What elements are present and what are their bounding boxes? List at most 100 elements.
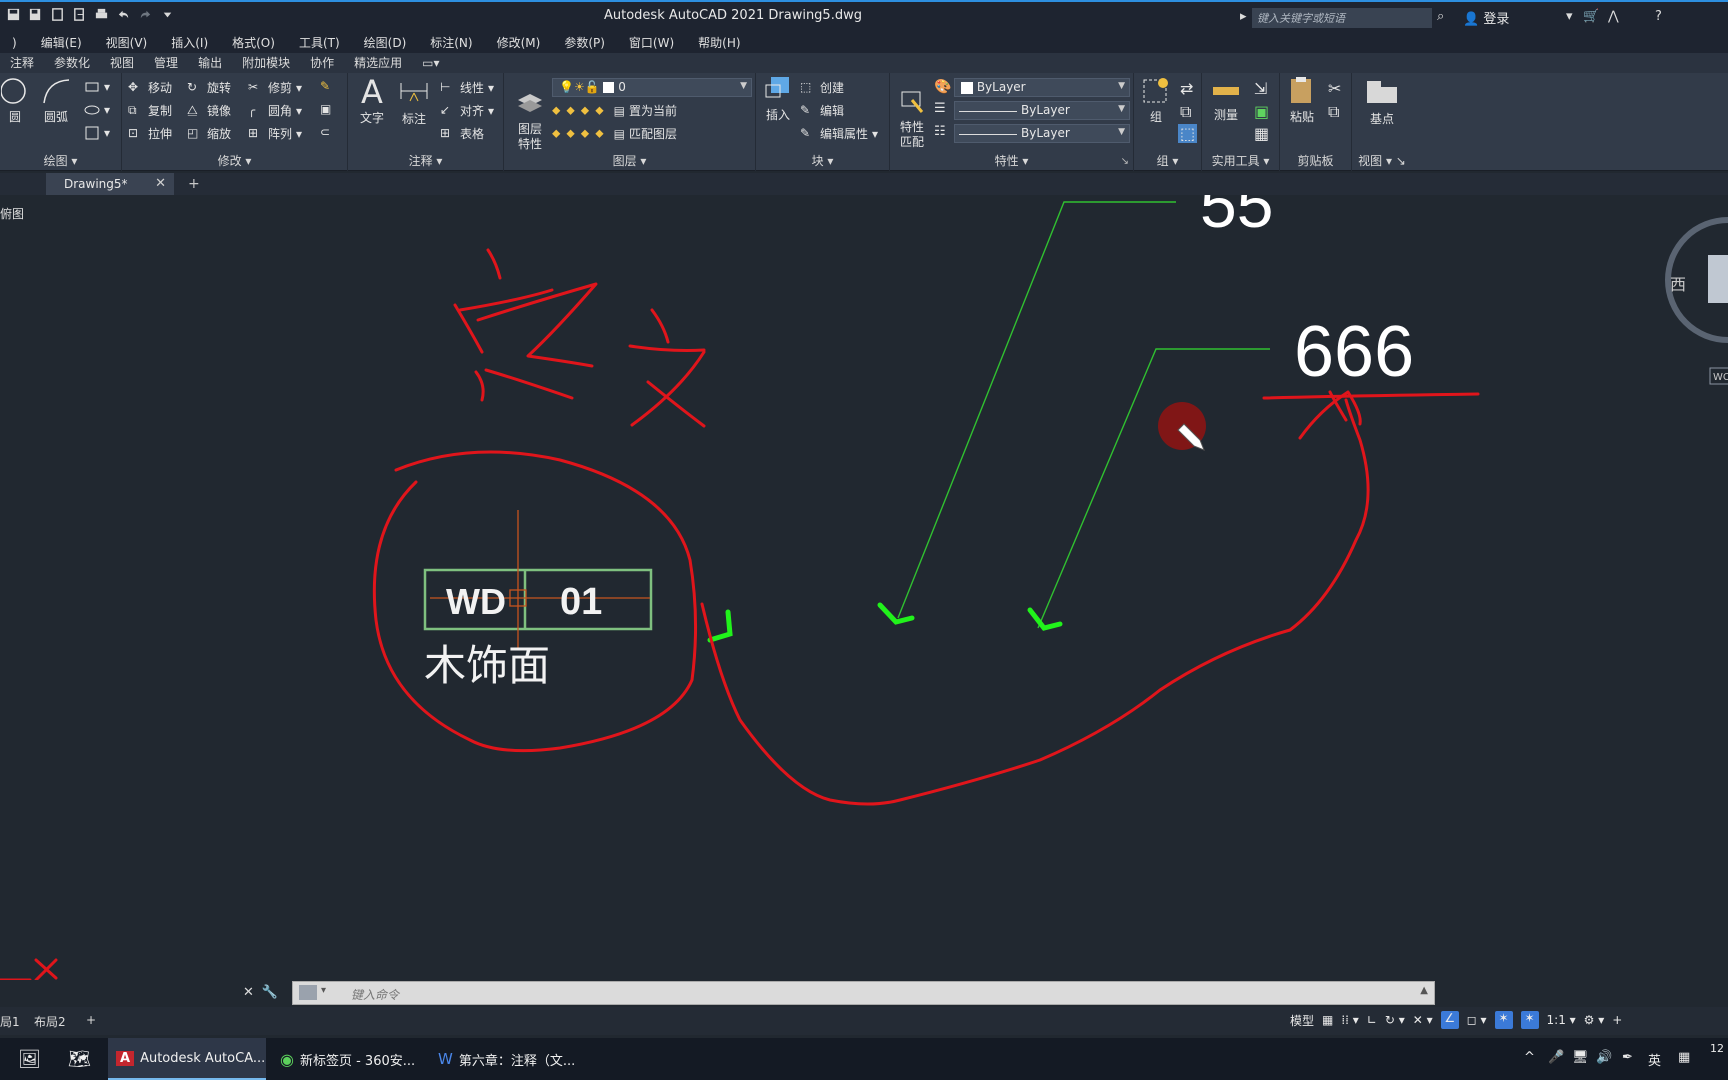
array-button[interactable]: ⊞ 阵列 ▾: [248, 125, 302, 142]
auto-scale-icon[interactable]: ✶: [1520, 1011, 1539, 1029]
taskbar-autocad[interactable]: A Autodesk AutoCA...: [108, 1038, 266, 1080]
panel-utilities-label[interactable]: 实用工具 ▾: [1202, 152, 1279, 169]
rotate-button[interactable]: ↻ 旋转: [187, 79, 231, 96]
print-icon[interactable]: [94, 7, 109, 22]
calculator-icon[interactable]: ▦: [1254, 124, 1269, 143]
panel-annotation-label[interactable]: 注释 ▾: [348, 152, 503, 169]
edit-attributes-button[interactable]: ✎ 编辑属性 ▾: [800, 125, 878, 142]
save-as-icon[interactable]: [28, 7, 43, 22]
gear-icon[interactable]: ⚙ ▾: [1584, 1013, 1605, 1027]
network-icon[interactable]: 🖥: [1572, 1050, 1589, 1065]
mirror-button[interactable]: ⧋ 镜像: [187, 102, 231, 119]
cut-icon[interactable]: ✂: [1328, 79, 1341, 98]
rectangle-button[interactable]: ▾: [84, 79, 110, 95]
model-space-toggle[interactable]: 模型: [1290, 1012, 1314, 1029]
panel-view-label[interactable]: 视图 ▾ ↘: [1352, 152, 1412, 169]
menu-item-modify[interactable]: 修改(M): [485, 33, 553, 53]
expand-arrow-icon[interactable]: ▸: [1240, 9, 1247, 24]
calendar-icon[interactable]: ▦: [1678, 1050, 1690, 1065]
layer-tools-row2[interactable]: ⬥⬥⬥⬥ ▤ 匹配图层: [552, 125, 677, 142]
menu-item[interactable]: ): [0, 33, 29, 53]
menu-item-format[interactable]: 格式(O): [220, 33, 287, 53]
snap-icon[interactable]: ⁞⁞ ▾: [1341, 1013, 1358, 1027]
layout-tab-2[interactable]: 布局2: [34, 1013, 66, 1030]
annotation-scale[interactable]: 1:1 ▾: [1547, 1013, 1576, 1027]
quick-select-icon[interactable]: ⇲: [1254, 79, 1267, 98]
file-tab-drawing5[interactable]: Drawing5* ✕: [46, 173, 174, 195]
dropdown-arrow-icon[interactable]: ▾: [1566, 9, 1573, 24]
color-select[interactable]: ByLayer ▼: [954, 78, 1130, 97]
close-icon[interactable]: ✕: [155, 176, 166, 191]
search-icon[interactable]: ⌕: [1437, 9, 1444, 24]
undo-icon[interactable]: [116, 7, 131, 22]
isodraft-icon[interactable]: ✕ ▾: [1413, 1013, 1433, 1027]
autodesk-apps-icon[interactable]: ⋀: [1608, 9, 1619, 24]
tab-view[interactable]: 视图: [100, 53, 144, 73]
cart-icon[interactable]: 🛒: [1583, 9, 1599, 24]
menu-item-tools[interactable]: 工具(T): [287, 33, 352, 53]
object-snap-icon[interactable]: ◻ ▾: [1467, 1013, 1487, 1027]
copy-clip-icon[interactable]: ⧉: [1328, 102, 1339, 122]
move-button[interactable]: ✥ 移动: [128, 79, 172, 96]
panel-properties-label[interactable]: 特性 ▾: [890, 152, 1133, 169]
clock[interactable]: 12: [1710, 1042, 1724, 1055]
table-button[interactable]: ⊞ 表格: [440, 125, 484, 142]
label-666[interactable]: 666: [1294, 312, 1414, 392]
leader-line-55[interactable]: [897, 201, 1176, 619]
menu-item-insert[interactable]: 插入(I): [159, 33, 220, 53]
tab-featured-apps[interactable]: 精选应用: [344, 53, 412, 73]
ungroup-icon[interactable]: ⇄: [1180, 79, 1193, 98]
tab-annotate[interactable]: 注释: [0, 53, 44, 73]
volume-icon[interactable]: 🔊: [1596, 1050, 1612, 1065]
taskbar-app-1[interactable]: 🖼: [10, 1038, 49, 1080]
edit-block-button[interactable]: ✎ 编辑: [800, 102, 844, 119]
explode-button[interactable]: ▣: [320, 102, 336, 118]
export-icon[interactable]: [72, 7, 87, 22]
plus-icon[interactable]: +: [1612, 1013, 1622, 1027]
chevron-down-icon[interactable]: ▾: [321, 985, 326, 996]
drawing-area[interactable]: 55 666 WD 01 木饰面 西 WC: [0, 195, 1728, 980]
login-button[interactable]: 👤 登录: [1463, 8, 1509, 27]
menu-item-window[interactable]: 窗口(W): [617, 33, 686, 53]
new-tab-button[interactable]: +: [188, 176, 200, 192]
label-55[interactable]: 55: [1200, 195, 1273, 241]
menu-item-dimension[interactable]: 标注(N): [418, 33, 484, 53]
lineweight-select[interactable]: ByLayer ▼: [954, 101, 1130, 120]
paste-button[interactable]: 粘贴: [1284, 75, 1320, 125]
layer-select[interactable]: 💡☀🔓 0 ▼: [552, 78, 752, 97]
add-layout-icon[interactable]: +: [86, 1013, 96, 1027]
command-history-icon[interactable]: [299, 985, 317, 1000]
ortho-icon[interactable]: ∟: [1367, 1013, 1377, 1027]
ime-indicator[interactable]: 英: [1648, 1050, 1661, 1069]
panel-clipboard-label[interactable]: 剪贴板: [1280, 152, 1351, 169]
view-cube-west[interactable]: 西: [1670, 275, 1686, 294]
insert-block-button[interactable]: 插入: [760, 75, 796, 123]
tab-output[interactable]: 输出: [188, 53, 232, 73]
tab-parametric[interactable]: 参数化: [44, 53, 100, 73]
chevron-up-icon[interactable]: ▲: [1420, 985, 1428, 996]
panel-block-label[interactable]: 块 ▾: [756, 152, 889, 169]
select-all-icon[interactable]: ▣: [1254, 102, 1269, 121]
tab-addins[interactable]: 附加模块: [232, 53, 300, 73]
text-button[interactable]: A 文字: [354, 75, 390, 126]
scale-button[interactable]: ◰ 缩放: [187, 125, 231, 142]
offset-button[interactable]: ⊂: [320, 125, 336, 141]
panel-groups-label[interactable]: 组 ▾: [1134, 152, 1201, 169]
view-cube-face[interactable]: [1708, 255, 1728, 303]
panel-modify-label[interactable]: 修改 ▾: [122, 152, 347, 169]
menu-item-draw[interactable]: 绘图(D): [352, 33, 419, 53]
tab-collaborate[interactable]: 协作: [300, 53, 344, 73]
erase-button[interactable]: ✎: [320, 79, 336, 95]
annotation-visibility-icon[interactable]: ✶: [1494, 1011, 1513, 1029]
create-block-button[interactable]: ⬚ 创建: [800, 79, 844, 96]
panel-draw-label[interactable]: 绘图 ▾: [0, 152, 121, 169]
polar-icon[interactable]: ↻ ▾: [1385, 1013, 1405, 1027]
taskbar-document[interactable]: W 第六章：注释（文...: [430, 1038, 590, 1080]
search-input[interactable]: 键入关键字或短语: [1252, 8, 1432, 28]
panel-launcher-icon[interactable]: ↘: [1121, 156, 1129, 167]
group-button[interactable]: 组: [1138, 75, 1174, 125]
tab-manage[interactable]: 管理: [144, 53, 188, 73]
aligned-dim-button[interactable]: ↙ 对齐 ▾: [440, 102, 494, 119]
menu-item-view[interactable]: 视图(V): [94, 33, 160, 53]
wrench-icon[interactable]: 🔧: [262, 985, 278, 1000]
